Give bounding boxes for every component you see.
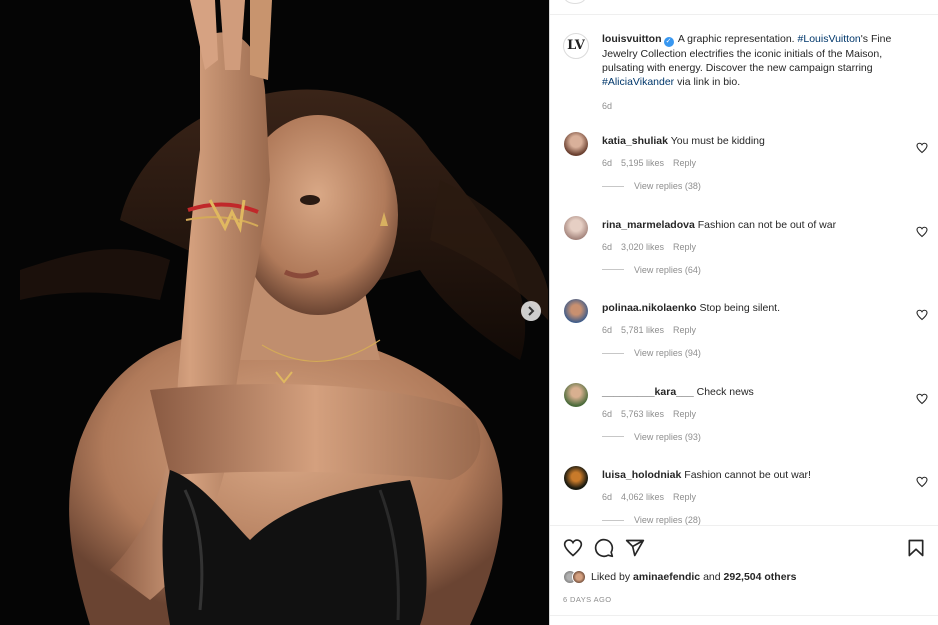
view-replies-label: View replies (38) (634, 181, 701, 191)
comment-likes[interactable]: 4,062 likes (621, 492, 664, 502)
comment-likes[interactable]: 5,781 likes (621, 325, 664, 335)
comment-username[interactable]: katia_shuliak (602, 135, 668, 147)
comment-age[interactable]: 6d (602, 242, 612, 252)
likes-summary: Liked by aminaefendic and 292,504 others (563, 570, 796, 584)
view-replies-label: View replies (28) (634, 515, 701, 525)
view-replies-button[interactable]: View replies (94) (602, 348, 938, 358)
like-comment-heart-icon[interactable] (916, 476, 928, 488)
comment-likes[interactable]: 3,020 likes (621, 242, 664, 252)
replies-divider (602, 269, 624, 270)
view-replies-label: View replies (94) (634, 348, 701, 358)
likes-and: and (703, 571, 721, 583)
liker-username[interactable]: aminaefendic (633, 571, 700, 583)
replies-divider (602, 185, 624, 187)
author-username[interactable]: louisvuitton (602, 33, 662, 45)
divider (550, 615, 938, 616)
comment-text: Fashion cannot be out war! (684, 469, 811, 481)
commenter-avatar[interactable] (564, 466, 588, 490)
like-comment-heart-icon[interactable] (916, 393, 928, 405)
reply-button[interactable]: Reply (673, 242, 696, 252)
post-details-panel: LV louisvuitton ✓ A graphic representatio… (549, 0, 938, 625)
instagram-post-modal: LV louisvuitton ✓ A graphic representatio… (0, 0, 938, 625)
commenter-avatar[interactable] (564, 382, 588, 407)
comment-item: _________kara___ Check news 6d 5,763 like… (550, 382, 938, 447)
verified-badge-icon: ✓ (663, 37, 674, 47)
view-replies-button[interactable]: View replies (93) (602, 432, 938, 442)
comment-username[interactable]: luisa_holodniak (602, 469, 681, 481)
comment-age[interactable]: 6d (602, 325, 612, 335)
post-timestamp[interactable]: 6 DAYS AGO (563, 595, 611, 604)
comment-item: katia_shuliak You must be kidding 6d 5,19… (550, 132, 938, 196)
commenter-avatar[interactable] (564, 215, 588, 240)
caption-text-start: A graphic representation. (677, 33, 795, 45)
share-icon[interactable] (625, 538, 645, 558)
comment-username[interactable]: _________kara___ (602, 386, 694, 398)
author-avatar[interactable]: LV (563, 33, 589, 59)
comments-list: katia_shuliak You must be kidding 6d 5,19… (550, 132, 938, 525)
comment-text: Stop being silent. (699, 302, 781, 314)
reply-button[interactable]: Reply (673, 409, 696, 419)
like-comment-heart-icon[interactable] (916, 226, 928, 238)
comment-age[interactable]: 6d (602, 409, 612, 419)
likes-prefix: Liked by (591, 571, 631, 583)
like-comment-heart-icon[interactable] (916, 142, 928, 154)
hashtag-aliciavikander[interactable]: #AliciaVikander (602, 76, 674, 88)
reply-button[interactable]: Reply (673, 325, 696, 335)
comment-icon[interactable] (594, 538, 614, 558)
header-strip (550, 0, 938, 15)
bookmark-icon[interactable] (906, 538, 926, 558)
view-replies-label: View replies (64) (634, 264, 701, 275)
view-replies-button[interactable]: View replies (38) (602, 181, 938, 191)
view-replies-button[interactable]: View replies (28) (602, 515, 938, 525)
comment-item: rina_marmeladova Fashion can not be out … (550, 215, 938, 280)
caption-age[interactable]: 6d (602, 99, 922, 113)
replies-divider (602, 519, 624, 521)
liker-avatar (572, 570, 586, 584)
comment-username[interactable]: polinaa.nikolaenko (602, 302, 697, 314)
comment-item: polinaa.nikolaenko Stop being silent. 6d… (550, 299, 938, 363)
view-replies-button[interactable]: View replies (64) (602, 265, 938, 275)
commenter-avatar[interactable] (564, 132, 588, 156)
likes-count[interactable]: 292,504 others (724, 571, 797, 583)
comment-text: Check news (696, 385, 754, 398)
comment-age[interactable]: 6d (602, 492, 612, 502)
post-photo[interactable] (0, 0, 549, 625)
comment-age[interactable]: 6d (602, 158, 612, 168)
lv-logo-icon: LV (567, 38, 585, 53)
comment-likes[interactable]: 5,763 likes (621, 409, 664, 419)
comment-likes[interactable]: 5,195 likes (621, 158, 664, 168)
commenter-avatar[interactable] (564, 299, 588, 323)
post-caption: LV louisvuitton ✓ A graphic representatio… (550, 16, 938, 113)
post-actions: Liked by aminaefendic and 292,504 others… (550, 525, 938, 625)
comment-item: luisa_holodniak Fashion cannot be out wa… (550, 466, 938, 525)
heart-icon[interactable] (563, 538, 583, 558)
like-comment-heart-icon[interactable] (916, 309, 928, 321)
caption-text-end: via link in bio. (677, 76, 741, 88)
comment-username[interactable]: rina_marmeladova (602, 219, 695, 231)
reply-button[interactable]: Reply (673, 158, 696, 168)
replies-divider (602, 436, 624, 437)
hashtag-louisvuitton[interactable]: #LouisVuitton (798, 33, 861, 45)
replies-divider (602, 352, 624, 354)
header-avatar-stub (564, 0, 586, 4)
campaign-photo-illustration (0, 0, 549, 625)
comments-scroll[interactable]: LV louisvuitton ✓ A graphic representatio… (550, 16, 938, 525)
reply-button[interactable]: Reply (673, 492, 696, 502)
comment-text: Fashion can not be out of war (697, 218, 837, 231)
view-replies-label: View replies (93) (634, 431, 701, 442)
chevron-right-icon (528, 306, 535, 316)
next-image-button[interactable] (521, 301, 541, 321)
comment-text: You must be kidding (670, 135, 765, 147)
